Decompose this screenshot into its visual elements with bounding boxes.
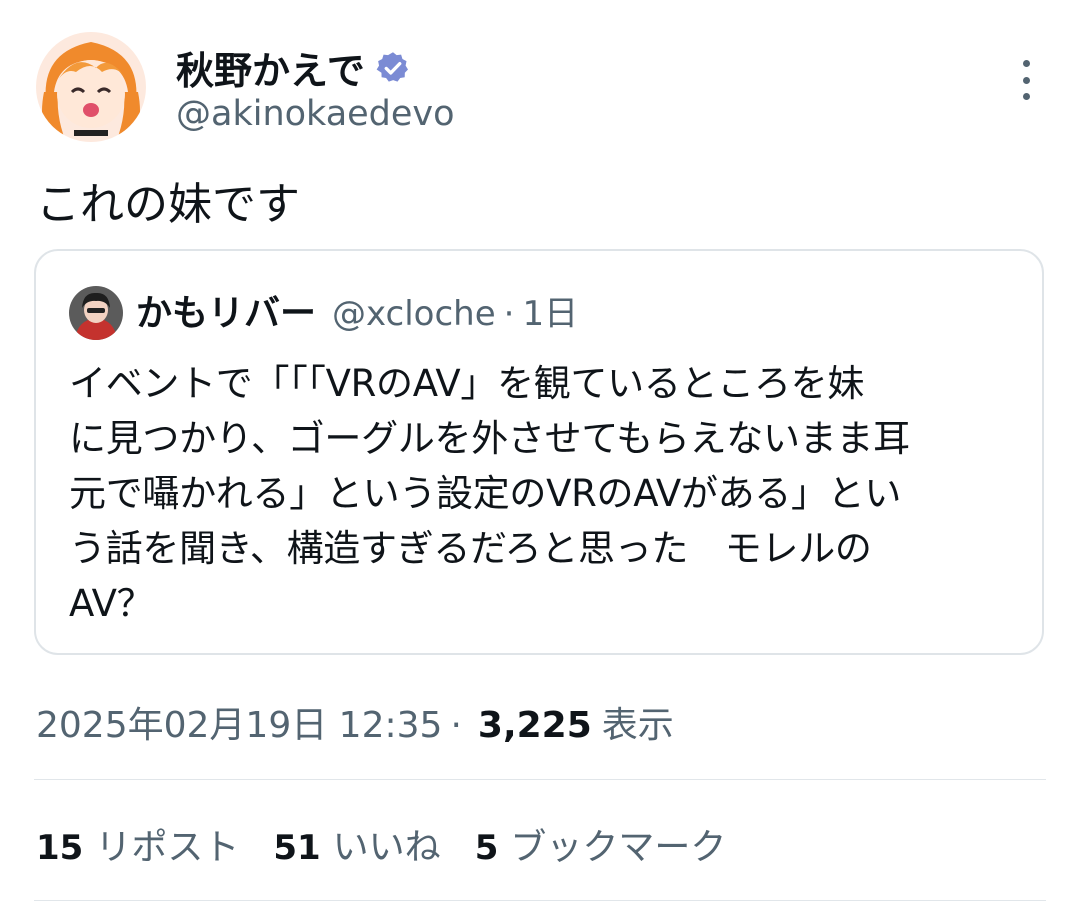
quoted-text: イベントで「「「VRのAV」を観ているところを妹 に見つかり、ゴーグルを外させて… — [69, 356, 1019, 631]
bookmarks-count: 5 — [474, 828, 499, 868]
separator-dot: · — [450, 705, 462, 746]
tweet-text: これの妹です — [36, 179, 300, 230]
quoted-text-line: AV？ — [69, 582, 154, 625]
author-handle[interactable]: @akinokaedevo — [176, 94, 455, 134]
quoted-author-avatar — [69, 286, 123, 340]
character-avatar-icon — [69, 286, 123, 340]
bookmarks-stat[interactable]: 5 ブックマーク — [475, 818, 727, 870]
divider — [34, 900, 1046, 901]
quoted-tweet-card[interactable]: かもリバー @xcloche · 1日 イベントで「「「VRのAV」を観ていると… — [34, 249, 1044, 655]
author-avatar[interactable] — [36, 32, 146, 142]
tweet-header: 秋野かえで @akinokaedevo — [36, 32, 1044, 144]
views-label: 表示 — [601, 705, 674, 746]
engagement-stats: 15 リポスト 51 いいね 5 ブックマーク — [36, 818, 760, 870]
likes-label: いいね — [332, 827, 441, 868]
quoted-author-handle: @xcloche — [332, 294, 496, 334]
reposts-count: 15 — [36, 828, 84, 868]
bookmarks-label: ブックマーク — [510, 827, 727, 868]
timestamp[interactable]: 2025年02月19日 12:35 — [36, 696, 442, 748]
author-name-row: 秋野かえで — [176, 40, 411, 95]
quoted-header: かもリバー @xcloche · 1日 — [136, 284, 578, 336]
reposts-label: リポスト — [95, 827, 240, 868]
dot — [1022, 60, 1030, 67]
verified-badge-icon — [375, 50, 411, 86]
quoted-time: 1日 — [522, 294, 579, 334]
tweet-meta: 2025年02月19日 12:35 · 3,225 表示 — [36, 696, 674, 748]
anime-girl-avatar-icon — [36, 32, 146, 142]
views-count: 3,225 — [477, 705, 592, 746]
quoted-text-line: に見つかり、ゴーグルを外させてもらえないまま耳 — [69, 417, 910, 460]
likes-count: 51 — [273, 828, 321, 868]
divider — [34, 779, 1046, 780]
quoted-text-line: 元で囁かれる」という設定のVRのAVがある」とい — [69, 472, 902, 515]
dot — [1022, 76, 1030, 84]
dot — [1022, 93, 1030, 100]
likes-stat[interactable]: 51 いいね — [273, 818, 440, 870]
author-name[interactable]: 秋野かえで — [176, 40, 365, 95]
separator-dot: · — [503, 294, 515, 334]
quoted-text-line: う話を聞き、構造すぎるだろと思った モレルの — [69, 527, 872, 570]
more-options-icon[interactable] — [1018, 60, 1034, 100]
reposts-stat[interactable]: 15 リポスト — [36, 818, 239, 870]
quoted-author-name: かもリバー — [136, 293, 317, 334]
quoted-text-line: イベントで「「「VRのAV」を観ているところを妹 — [69, 362, 865, 405]
